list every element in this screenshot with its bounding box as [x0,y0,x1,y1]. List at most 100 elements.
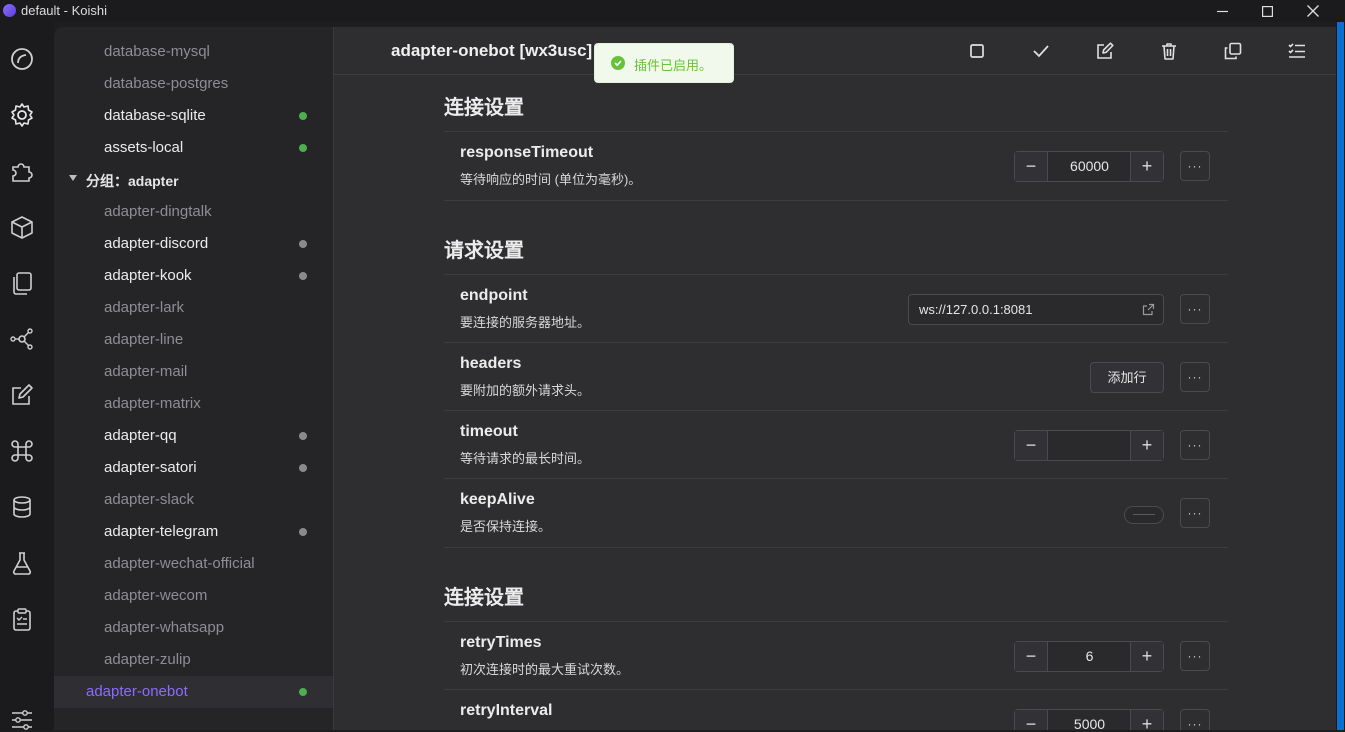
graph-icon[interactable] [9,326,35,352]
more-options-button[interactable]: ··· [1180,294,1210,324]
external-link-icon[interactable] [1142,303,1155,316]
status-dot [299,688,307,696]
endpoint-input[interactable]: ws://127.0.0.1:8081 [908,294,1164,325]
scrollbar-track[interactable] [1337,22,1344,730]
field-name: responseTimeout [460,144,594,161]
stop-icon[interactable] [965,39,989,63]
decrement-button[interactable]: − [1015,431,1048,460]
field-name: headers [460,355,522,372]
field-description: 要附加的额外请求头。 [460,383,591,398]
add-row-button[interactable]: 添加行 [1090,362,1164,393]
sidebar-plugin-item[interactable]: adapter-qq [54,420,333,452]
sidebar-item-label: adapter-onebot [86,683,188,700]
field-response-timeout: responseTimeout 等待响应的时间 (单位为毫秒)。 − 60000… [444,131,1228,201]
retry-times-stepper: − 6 + [1014,641,1164,672]
sidebar-plugin-item[interactable]: adapter-line [54,324,333,356]
sidebar-item-label: 分组：adapter [86,173,179,189]
sidebar-plugin-item[interactable]: assets-local [54,132,333,164]
retry-interval-stepper: − 5000 + [1014,709,1164,730]
plugin-icon[interactable] [9,158,35,184]
check-circle-icon [611,56,625,70]
more-options-button[interactable]: ··· [1180,362,1210,392]
status-dot [299,272,307,280]
dashboard-icon[interactable] [9,46,35,72]
sidebar-plugin-item[interactable]: adapter-zulip [54,644,333,676]
sidebar-plugin-item[interactable]: adapter-whatsapp [54,612,333,644]
caret-down-icon[interactable] [69,175,77,181]
sidebar-plugin-item[interactable]: adapter-kook [54,260,333,292]
sidebar-plugin-item[interactable]: adapter-wecom [54,580,333,612]
window-title: default - Koishi [21,3,107,18]
field-keep-alive: keepAlive 是否保持连接。 ··· [444,478,1228,548]
sidebar-plugin-item[interactable]: adapter-slack [54,484,333,516]
sidebar-plugin-item[interactable]: adapter-dingtalk [54,196,333,228]
toggle-knob [1133,514,1155,515]
field-retry-interval: retryInterval − 5000 + ··· [444,689,1228,730]
more-options-button[interactable]: ··· [1180,641,1210,671]
config-icon[interactable] [9,706,35,732]
minimize-button[interactable] [1200,0,1244,22]
increment-button[interactable]: + [1130,152,1163,181]
close-button[interactable] [1291,0,1335,22]
field-description: 要连接的服务器地址。 [460,315,591,330]
sandbox-icon[interactable] [9,550,35,576]
field-retry-times: retryTimes 初次连接时的最大重试次数。 − 6 + ··· [444,621,1228,690]
logs-icon[interactable] [9,606,35,632]
editor-icon[interactable] [9,382,35,408]
retry-interval-input[interactable]: 5000 [1048,710,1131,730]
sidebar-plugin-item[interactable]: adapter-lark [54,292,333,324]
decrement-button[interactable]: − [1015,710,1048,730]
sidebar-item-label: adapter-slack [104,491,195,508]
endpoint-value: ws://127.0.0.1:8081 [919,302,1033,317]
field-timeout: timeout 等待请求的最长时间。 − + ··· [444,410,1228,479]
sidebar-plugin-item[interactable]: adapter-mail [54,356,333,388]
more-options-button[interactable]: ··· [1180,151,1210,181]
more-options-button[interactable]: ··· [1180,498,1210,528]
window-scrollbar[interactable] [1336,22,1345,730]
trash-icon[interactable] [1157,39,1181,63]
status-dot [299,112,307,120]
retry-times-input[interactable]: 6 [1048,642,1131,671]
checklist-icon[interactable] [1285,39,1309,63]
check-icon[interactable] [1029,39,1053,63]
timeout-input[interactable] [1048,431,1131,460]
sidebar-item-label: adapter-zulip [104,651,191,668]
section-title-request: 请求设置 [444,240,524,262]
sidebar-plugin-item[interactable]: adapter-wechat-official [54,548,333,580]
maximize-button[interactable] [1245,0,1289,22]
decrement-button[interactable]: − [1015,642,1048,671]
response-timeout-input[interactable]: 60000 [1048,152,1131,181]
sidebar-plugin-item[interactable]: database-sqlite [54,100,333,132]
files-icon[interactable] [9,270,35,296]
success-toast: 插件已启用。 [594,43,734,83]
sidebar-item-label: adapter-telegram [104,523,219,540]
sidebar-item-label: adapter-mail [104,363,188,380]
sidebar-item-label: adapter-dingtalk [104,203,212,220]
decrement-button[interactable]: − [1015,152,1048,181]
settings-icon[interactable] [9,102,35,128]
sidebar-plugin-item[interactable]: database-postgres [54,68,333,100]
sidebar-plugin-item[interactable]: adapter-satori [54,452,333,484]
sidebar-plugin-item[interactable]: adapter-matrix [54,388,333,420]
increment-button[interactable]: + [1130,642,1163,671]
edit-icon[interactable] [1093,39,1117,63]
sidebar-plugin-item[interactable]: adapter-discord [54,228,333,260]
more-options-button[interactable]: ··· [1180,430,1210,460]
sidebar-plugin-item[interactable]: adapter-telegram [54,516,333,548]
field-name: retryTimes [460,634,542,651]
more-options-button[interactable]: ··· [1180,709,1210,730]
sidebar-group-header[interactable]: 分组：adapter [54,164,333,196]
command-icon[interactable] [9,438,35,464]
sidebar-plugin-item[interactable]: adapter-onebot [54,676,333,708]
increment-button[interactable]: + [1130,431,1163,460]
response-timeout-stepper: − 60000 + [1014,151,1164,182]
section-title-connection: 连接设置 [444,97,524,119]
sidebar-plugin-item[interactable]: database-mysql [54,36,333,68]
increment-button[interactable]: + [1130,710,1163,730]
market-icon[interactable] [9,214,35,240]
database-icon[interactable] [9,494,35,520]
sidebar-item-label: assets-local [104,139,184,156]
keep-alive-toggle[interactable] [1124,506,1164,524]
sidebar-item-label: database-sqlite [104,107,206,124]
copy-icon[interactable] [1221,39,1245,63]
